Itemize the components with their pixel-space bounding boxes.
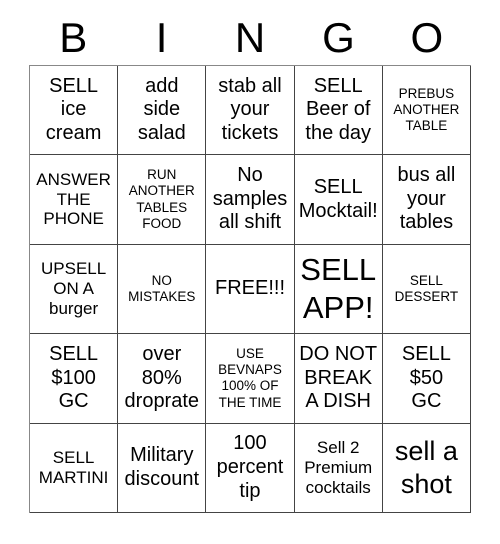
bingo-cell-r1c1[interactable]: SELL ice cream bbox=[30, 66, 119, 156]
bingo-cell-r2c5[interactable]: bus all your tables bbox=[382, 155, 471, 245]
bingo-cell-text: USE BEVNAPS 100% OF THE TIME bbox=[218, 346, 282, 410]
bingo-card: B I N G O SELL ice cream add side salad st… bbox=[0, 0, 500, 544]
bingo-cell-r5c3[interactable]: 100 percent tip bbox=[206, 423, 295, 513]
header-letter-g: G bbox=[322, 14, 355, 61]
bingo-cell-text: over 80% droprate bbox=[124, 343, 200, 413]
bingo-cell-r2c3[interactable]: No samples all shift bbox=[206, 155, 295, 245]
header-letter-n: N bbox=[234, 14, 266, 61]
bingo-header: B I N G O bbox=[29, 14, 471, 62]
bingo-cell-r5c4[interactable]: Sell 2 Premium cocktails bbox=[294, 423, 383, 513]
bingo-cell-r3c2[interactable]: NO MISTAKES bbox=[118, 244, 207, 335]
bingo-cell-text: SELL Mocktail! bbox=[298, 176, 378, 222]
bingo-cell-r3c1[interactable]: UPSELL ON A burger bbox=[30, 244, 119, 335]
bingo-cell-r4c2[interactable]: over 80% droprate bbox=[118, 334, 207, 424]
bingo-cell-r2c2[interactable]: RUN ANOTHER TABLES FOOD bbox=[118, 155, 207, 245]
bingo-cell-text: No samples all shift bbox=[212, 164, 288, 234]
bingo-grid: SELL ice cream add side salad stab all you… bbox=[29, 65, 471, 513]
bingo-cell-r5c2[interactable]: Military discount bbox=[118, 423, 207, 513]
bingo-cell-r1c4[interactable]: SELL Beer of the day bbox=[294, 66, 383, 156]
bingo-cell-text: PREBUS ANOTHER TABLE bbox=[393, 85, 460, 134]
bingo-cell-text: 100 percent tip bbox=[216, 432, 284, 502]
bingo-cell-r2c1[interactable]: ANSWER THE PHONE bbox=[30, 155, 119, 245]
bingo-cell-text: SELL APP! bbox=[300, 252, 377, 325]
bingo-cell-r1c3[interactable]: stab all your tickets bbox=[206, 66, 295, 156]
bingo-cell-text: Military discount bbox=[124, 444, 200, 490]
bingo-cell-text: add side salad bbox=[137, 74, 186, 144]
bingo-cell-r4c5[interactable]: SELL $50 GC bbox=[382, 334, 471, 424]
bingo-cell-r3c5[interactable]: SELL DESSERT bbox=[382, 244, 471, 335]
bingo-cell-r2c4[interactable]: SELL Mocktail! bbox=[294, 155, 383, 245]
bingo-cell-r1c5[interactable]: PREBUS ANOTHER TABLE bbox=[382, 66, 471, 156]
bingo-cell-text: FREE!!! bbox=[214, 277, 285, 300]
bingo-cell-text: Sell 2 Premium cocktails bbox=[304, 438, 373, 497]
bingo-cell-text: SELL Beer of the day bbox=[305, 74, 371, 144]
bingo-cell-text: SELL ice cream bbox=[45, 74, 102, 144]
header-letter-i: I bbox=[155, 14, 168, 61]
bingo-cell-text: SELL MARTINI bbox=[38, 448, 109, 487]
bingo-cell-r3c3[interactable]: FREE!!! bbox=[206, 244, 295, 335]
bingo-cell-r4c3[interactable]: USE BEVNAPS 100% OF THE TIME bbox=[206, 334, 295, 424]
bingo-cell-text: DO NOT BREAK A DISH bbox=[299, 343, 378, 413]
bingo-cell-text: SELL DESSERT bbox=[394, 272, 459, 304]
bingo-cell-text: stab all your tickets bbox=[218, 74, 282, 144]
bingo-cell-text: SELL $50 GC bbox=[401, 343, 451, 413]
bingo-cell-text: SELL $100 GC bbox=[49, 343, 99, 413]
header-letter-b: B bbox=[59, 14, 88, 61]
bingo-cell-text: UPSELL ON A burger bbox=[40, 259, 107, 318]
bingo-cell-r1c2[interactable]: add side salad bbox=[118, 66, 207, 156]
bingo-cell-text: RUN ANOTHER TABLES FOOD bbox=[128, 167, 195, 231]
bingo-cell-r4c1[interactable]: SELL $100 GC bbox=[30, 334, 119, 424]
bingo-cell-text: bus all your tables bbox=[397, 164, 456, 234]
bingo-cell-r5c1[interactable]: SELL MARTINI bbox=[30, 423, 119, 513]
bingo-cell-text: NO MISTAKES bbox=[128, 272, 196, 304]
header-letter-o: O bbox=[410, 14, 444, 61]
bingo-cell-text: sell a shot bbox=[394, 436, 458, 499]
bingo-cell-r4c4[interactable]: DO NOT BREAK A DISH bbox=[294, 334, 383, 424]
bingo-cell-r3c4[interactable]: SELL APP! bbox=[294, 244, 383, 335]
bingo-cell-r5c5[interactable]: sell a shot bbox=[382, 423, 471, 513]
bingo-cell-text: ANSWER THE PHONE bbox=[36, 170, 111, 229]
